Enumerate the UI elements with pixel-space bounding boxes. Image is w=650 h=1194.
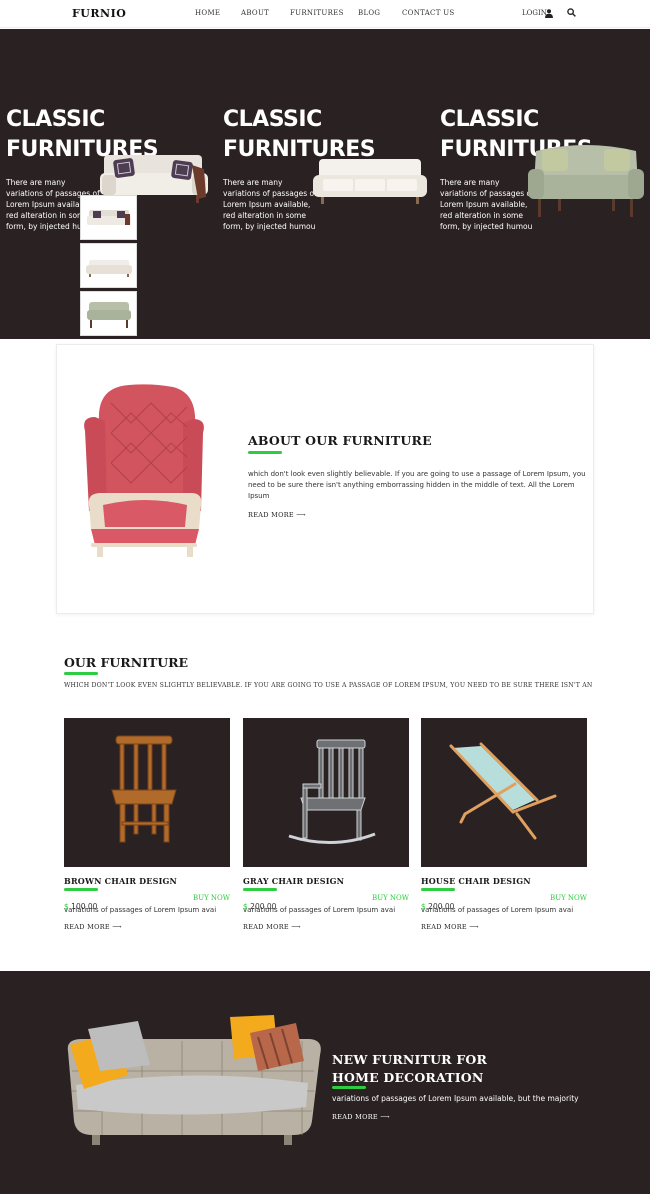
product-read-more-link[interactable]: READ MORE ⟶: [64, 923, 230, 931]
title-underline: [248, 451, 282, 454]
product-image[interactable]: [243, 718, 409, 867]
thumbnail-sofa-1[interactable]: [80, 195, 137, 240]
hero-slider: CLASSIC FURNITURES There are many variat…: [0, 29, 650, 339]
hero-title-line1: CLASSIC: [6, 107, 105, 132]
buy-now-link[interactable]: BUY NOW: [550, 894, 587, 902]
product-card-house-chair: HOUSE CHAIR DESIGN $ 200.00 BUY NOW vari…: [421, 718, 587, 931]
banner-text: variations of passages of Lorem Ipsum av…: [332, 1094, 579, 1103]
nav-about[interactable]: ABOUT: [241, 9, 269, 17]
nav-blog[interactable]: BLOG: [358, 9, 380, 17]
product-price: $ 200.00: [421, 902, 455, 911]
title-underline: [64, 888, 98, 891]
product-card-brown-chair: BROWN CHAIR DESIGN $ 100.00 BUY NOW vari…: [64, 718, 230, 931]
sofa-image-green: [528, 145, 644, 217]
furniture-section-title: OUR FURNITURE: [64, 655, 189, 670]
top-navbar: FURNIO HOME ABOUT FURNITURES BLOG CONTAC…: [0, 0, 650, 28]
hero-title-line1: CLASSIC: [440, 107, 539, 132]
product-read-more-link[interactable]: READ MORE ⟶: [243, 923, 409, 931]
decoration-banner: NEW FURNITUR FOR HOME DECORATION variati…: [0, 971, 650, 1194]
product-name: HOUSE CHAIR DESIGN: [421, 876, 531, 886]
hero-text: There are many variations of passages of…: [440, 178, 534, 231]
sofa-image-white: [313, 159, 427, 204]
furniture-section-subtitle: WHICH DON'T LOOK EVEN SLIGHTLY BELIEVABL…: [64, 682, 593, 689]
banner-title: NEW FURNITUR FOR HOME DECORATION: [332, 1051, 487, 1087]
buy-now-link[interactable]: BUY NOW: [372, 894, 409, 902]
search-icon[interactable]: [567, 8, 576, 17]
about-read-more-link[interactable]: READ MORE ⟶: [248, 511, 306, 519]
about-section: ABOUT OUR FURNITURE which don't look eve…: [56, 344, 594, 614]
nav-home[interactable]: HOME: [195, 9, 220, 17]
hero-text: There are many variations of passages of…: [223, 178, 317, 231]
title-underline: [64, 672, 98, 675]
product-name: BROWN CHAIR DESIGN: [64, 876, 178, 886]
title-underline: [332, 1086, 366, 1089]
product-read-more-link[interactable]: READ MORE ⟶: [421, 923, 587, 931]
title-underline: [421, 888, 455, 891]
nav-contact[interactable]: CONTACT US: [402, 9, 455, 17]
thumbnail-sofa-3[interactable]: [80, 291, 137, 336]
wicker-sofa-image: [67, 1015, 321, 1145]
thumbnail-sofa-2[interactable]: [80, 243, 137, 288]
login-link[interactable]: LOGIN: [522, 9, 547, 17]
hero-thumbnails: [80, 195, 137, 339]
product-price: $ 100.00: [64, 902, 98, 911]
banner-title-line2: HOME DECORATION: [332, 1070, 484, 1085]
user-icon[interactable]: [545, 9, 553, 18]
product-image[interactable]: [64, 718, 230, 867]
banner-title-line1: NEW FURNITUR FOR: [332, 1052, 488, 1067]
nav-furnitures[interactable]: FURNITURES: [290, 9, 344, 17]
product-name: GRAY CHAIR DESIGN: [243, 876, 345, 886]
about-text: which don't look even slightly believabl…: [248, 470, 586, 500]
banner-read-more-link[interactable]: READ MORE ⟶: [332, 1113, 390, 1121]
product-price: $ 200.00: [243, 902, 277, 911]
site-logo[interactable]: FURNIO: [72, 7, 126, 20]
hero-title-line1: CLASSIC: [223, 107, 322, 132]
wingback-chair-image: [84, 384, 204, 557]
product-card-gray-chair: GRAY CHAIR DESIGN $ 200.00 BUY NOW varia…: [243, 718, 409, 931]
buy-now-link[interactable]: BUY NOW: [193, 894, 230, 902]
title-underline: [243, 888, 277, 891]
product-image[interactable]: [421, 718, 587, 867]
about-title: ABOUT OUR FURNITURE: [248, 433, 432, 448]
